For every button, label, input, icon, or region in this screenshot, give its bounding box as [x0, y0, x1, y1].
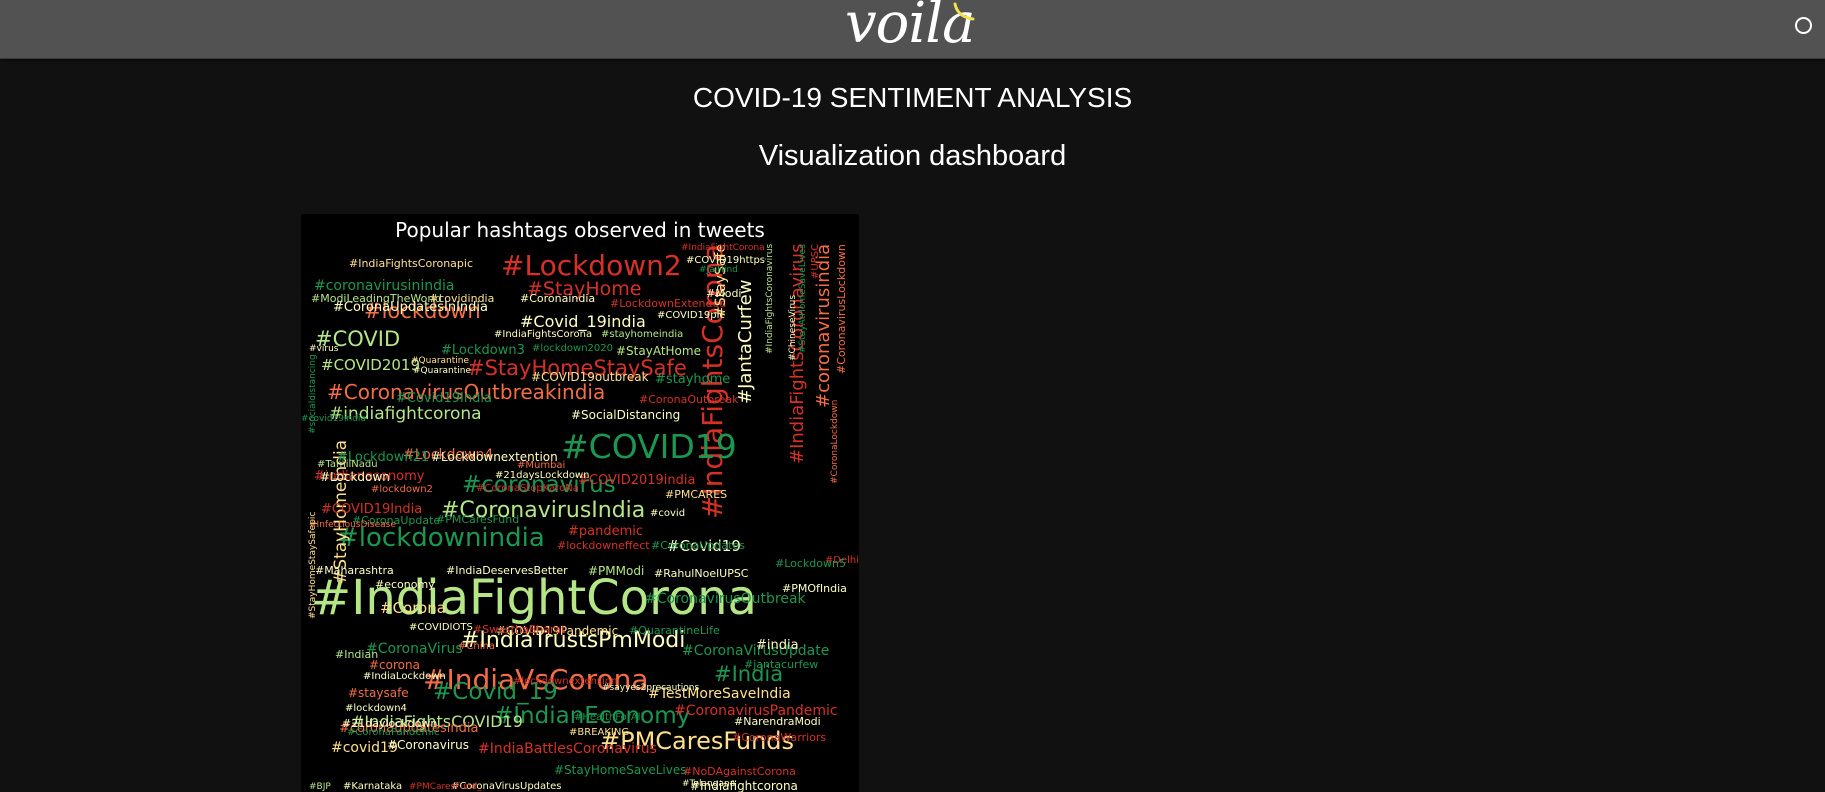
wordcloud-word: #IndiaDeservesBetter: [446, 564, 568, 577]
wordcloud-word: #stayhome: [655, 372, 731, 387]
wordcloud-word: #PMCARES: [665, 488, 728, 501]
wordcloud-word: #Coronavirus: [387, 738, 469, 752]
wordcloud-word: #COVIDIOTS: [409, 622, 473, 633]
wordcloud-word: #staysafe: [348, 686, 409, 700]
wordcloud-word: #Modi: [706, 287, 742, 300]
wordcloud-title: Popular hashtags observed in tweets: [395, 218, 765, 242]
wordcloud-word: #covidindia: [429, 292, 495, 305]
wordcloud-word: #covid19india: [301, 414, 366, 424]
wordcloud-word: #Karnataka: [343, 781, 403, 792]
wordcloud-word: #CoronaUpdates: [651, 539, 745, 552]
page-title: COVID-19 SENTIMENT ANALYSIS: [692, 82, 1133, 113]
wordcloud-word: #covid: [650, 508, 686, 519]
page-subtitle: Visualization dashboard: [758, 140, 1067, 172]
wordcloud-word: #ModiLeadingTheWorld: [311, 292, 442, 305]
wordcloud-word: #Covid_19india: [520, 312, 646, 331]
wordcloud-word: #21daysLockdown: [495, 470, 590, 481]
wordcloud-word: #StayAtHomeSaveLives: [798, 244, 808, 353]
wordcloud-word: #StayHomeSaveLives: [554, 763, 687, 777]
wordcloud-word: #jantacurfew: [744, 658, 819, 671]
wordcloud-word: #coronavirusinindia: [314, 278, 455, 294]
wordcloud-word: #IndiaFightCorona: [681, 243, 765, 253]
wordcloud-word: #virus: [309, 344, 339, 354]
wordcloud-word: #CoronaWarriors: [732, 731, 827, 744]
wordcloud-word: #SocialDistancing: [571, 408, 681, 422]
wordcloud-word: #CoronaStopKaroNa: [476, 483, 579, 494]
wordcloud-word: #Lockdown2: [501, 249, 682, 282]
wordcloud-word: #CoronaOutbreak: [639, 393, 739, 406]
wordcloud-word: #COVID2019india: [578, 473, 696, 488]
wordcloud-word: #Quarantine: [413, 366, 472, 376]
wordcloud-word: #PMModi: [588, 564, 645, 578]
wordcloud-word: #IndiaBattlesCoronavirus: [478, 741, 657, 757]
wordcloud-word: #Maharashtra: [315, 564, 394, 577]
wordcloud-word: #Corona: [380, 599, 446, 617]
wordcloud-word: #Indiafightcorona: [690, 779, 798, 792]
wordcloud-word: #Lockdown5: [775, 557, 846, 570]
voila-logo[interactable]: voila: [843, 0, 988, 58]
wordcloud-word: #PMOfIndia: [782, 582, 847, 595]
wordcloud-word: #Quarantine: [411, 356, 470, 366]
wordcloud-word: #China: [458, 641, 495, 652]
wordcloud-word: #lockdown2020: [532, 343, 613, 354]
wordcloud-word: #india: [756, 638, 799, 653]
wordcloud-word: #CoronaPandemic: [347, 727, 440, 738]
wordcloud-word: #BJP: [309, 782, 331, 792]
top-bar: voila: [0, 0, 1825, 59]
kernel-status-circle-icon: [1795, 17, 1812, 34]
wordcloud-word: #UPSC: [810, 244, 821, 280]
wordcloud-word: #PMCaresFund_: [409, 782, 482, 792]
wordcloud-word: #StayHomeStaySafepic: [308, 511, 318, 619]
wordcloud-word: #RahulNoelUPSC: [654, 567, 749, 580]
wordcloud-word: #COVID19pic: [657, 310, 725, 321]
wordcloud-word: #CoronaVirus: [366, 641, 463, 657]
wordcloud-word: #JaiHind: [699, 265, 738, 275]
wordcloud-word: #COVID19: [561, 427, 737, 466]
wordcloud-word: #PMCaresFund: [436, 513, 520, 526]
wordcloud-word: #NarendraModi: [734, 715, 821, 728]
wordcloud-word: #sayyes2precautions: [602, 683, 700, 693]
wordcloud-word: #COVID2019: [321, 356, 420, 374]
wordcloud-word: #IndiaFightsCoronavirus: [765, 244, 775, 355]
wordcloud-word: #StayAtHome: [616, 344, 701, 358]
wordcloud-word: #Lockdown: [320, 470, 390, 484]
wordcloud-word: #corona: [369, 658, 420, 672]
wordcloud-word: #QuarantineLife: [629, 624, 720, 637]
wordcloud-word: #lockdown2: [371, 484, 433, 495]
wordcloud-word: #HealthForAll: [574, 712, 644, 723]
wordcloud-word: #economy: [375, 578, 435, 591]
wordcloud-word: #TamilNadu: [317, 459, 378, 470]
logo-accent-arc: [953, 2, 975, 21]
wordcloud-word: #InfectiousDisease: [309, 520, 396, 530]
wordcloud-word: #IndiaFightsCoronapic: [349, 257, 474, 270]
wordcloud-word: #stayhomeindia: [601, 329, 684, 340]
wordcloud-word: #IndiaLockdown: [363, 671, 446, 682]
wordcloud-word: #Coronaindia: [520, 292, 596, 305]
wordcloud-word: #pandemic: [568, 524, 644, 539]
wordcloud-word: #COVID19outbreak: [531, 370, 649, 384]
wordcloud-word: #CoronaLockdown: [830, 399, 840, 484]
wordcloud-word: #CoronavirusLockdown: [835, 244, 848, 374]
wordcloud-word: #lockdowneffect: [557, 539, 650, 552]
wordcloud-word: #Mumbai: [517, 460, 566, 471]
wordcloud-word: #NoDAgainstCorona: [683, 765, 796, 778]
wordcloud-word: #lockdown4: [345, 703, 407, 714]
wordcloud-figure: Popular hashtags observed in tweets #Ind…: [301, 214, 859, 792]
wordcloud-word: #IndiaFightsCorona: [494, 329, 593, 340]
wordcloud-canvas: #IndiaFightCorona #IndiaFightsCorona #COVI…: [301, 244, 859, 792]
wordcloud-word: #Covid19India: [396, 391, 492, 406]
wordcloud-word: #BREAKING: [569, 727, 630, 738]
wordcloud-word: #ChineseVirus: [788, 294, 798, 361]
wordcloud-word: #SwasthaBharat: [473, 623, 566, 636]
